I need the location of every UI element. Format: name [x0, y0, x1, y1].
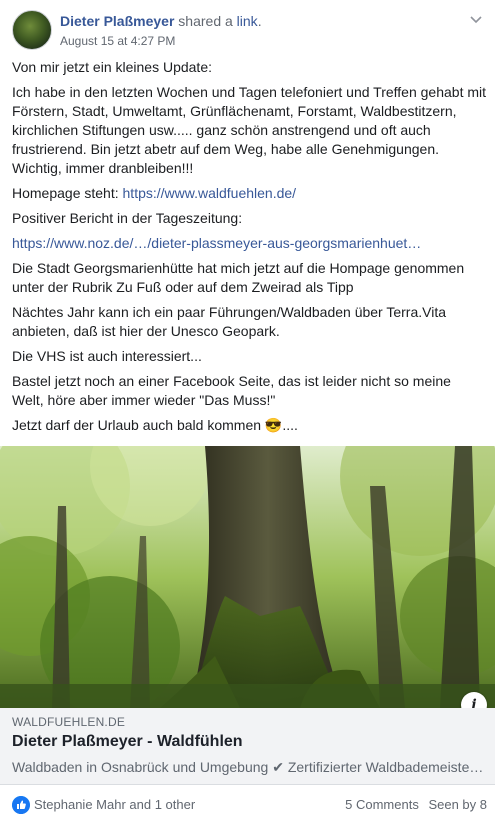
avatar[interactable]	[12, 10, 52, 50]
post-paragraph: Von mir jetzt ein kleines Update:	[12, 59, 212, 75]
reactions-summary[interactable]: Stephanie Mahr and 1 other	[34, 797, 195, 812]
post-header-text: Dieter Plaßmeyer shared a link.	[60, 12, 262, 30]
shared-link[interactable]: link	[237, 13, 258, 29]
newspaper-link[interactable]: https://www.noz.de/…/dieter-plassmeyer-a…	[12, 235, 421, 251]
vacation-text: Jetzt darf der Urlaub auch bald kommen	[12, 417, 265, 433]
post-paragraph: Homepage steht: https://www.waldfuehlen.…	[12, 184, 486, 203]
link-preview-card[interactable]: WALDFUEHLEN.DE Dieter Plaßmeyer - Waldfü…	[0, 708, 495, 785]
post-paragraph: https://www.noz.de/…/dieter-plassmeyer-a…	[12, 234, 486, 253]
post-paragraph: Die VHS ist auch interessiert...	[12, 348, 202, 364]
link-domain: WALDFUEHLEN.DE	[12, 715, 126, 729]
post-paragraph: Jetzt darf der Urlaub auch bald kommen 😎…	[12, 416, 486, 435]
post-paragraph: Die Stadt Georgsmarienhütte hat mich jet…	[12, 260, 465, 295]
homepage-link[interactable]: https://www.waldfuehlen.de/	[123, 185, 297, 201]
post-stats: 5 Comments Seen by 8	[339, 797, 487, 812]
post-date[interactable]: August 15 at 4:27 PM	[60, 34, 175, 48]
post-paragraph: Positiver Bericht in der Tageszeitung:	[12, 210, 243, 226]
author-name[interactable]: Dieter Plaßmeyer	[60, 13, 174, 29]
link-description: Waldbaden in Osnabrück und Umgebung ✔ Ze…	[12, 759, 486, 775]
vacation-suffix: ....	[282, 417, 298, 433]
post-footer: Stephanie Mahr and 1 other 5 Comments Se…	[12, 794, 487, 816]
sunglasses-emoji: 😎	[264, 417, 283, 433]
shared-suffix: .	[257, 13, 262, 29]
seen-count[interactable]: Seen by 8	[428, 797, 487, 812]
post-paragraph: Ich habe in den letzten Wochen und Tagen…	[12, 84, 487, 176]
shared-prefix: shared a	[174, 13, 237, 29]
post-paragraph: Nächtes Jahr kann ich ein paar Führungen…	[12, 304, 447, 339]
homepage-label: Homepage steht:	[12, 185, 123, 201]
post-container: Dieter Plaßmeyer shared a link. August 1…	[0, 0, 495, 824]
post-paragraph: Bastel jetzt noch an einer Facebook Seit…	[12, 373, 451, 408]
comments-count[interactable]: 5 Comments	[345, 797, 419, 812]
like-icon[interactable]	[12, 796, 30, 814]
chevron-down-icon[interactable]	[469, 12, 483, 26]
post-header: Dieter Plaßmeyer shared a link. August 1…	[12, 10, 483, 52]
post-body: Von mir jetzt ein kleines Update: Ich ha…	[12, 58, 486, 441]
link-preview-image[interactable]	[0, 446, 495, 708]
link-title: Dieter Plaßmeyer - Waldfühlen	[12, 733, 243, 750]
